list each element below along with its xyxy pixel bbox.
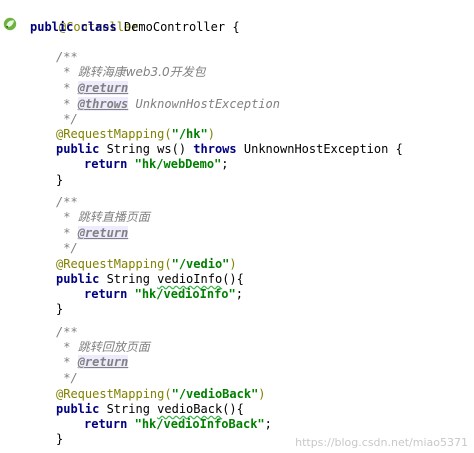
method-name: vedioInfo bbox=[157, 272, 223, 286]
keyword: public bbox=[30, 20, 74, 34]
method-close-brace: } bbox=[56, 173, 64, 187]
doc-tag-line: * @return bbox=[56, 81, 129, 95]
request-mapping-annotation: @RequestMapping("/vedioBack") bbox=[56, 387, 266, 401]
doc-comment-open: /** bbox=[56, 325, 78, 339]
return-statement: return "hk/webDemo"; bbox=[84, 157, 229, 171]
doc-tag-line: * @throws UnknownHostException bbox=[56, 97, 280, 111]
code-line: @Controller bbox=[30, 3, 138, 34]
doc-comment-description: * 跳转直播页面 bbox=[56, 210, 150, 224]
return-statement: return "hk/vedioInfoBack"; bbox=[84, 417, 272, 431]
spring-bean-icon[interactable] bbox=[3, 17, 17, 31]
method-signature: public String vedioInfo(){ bbox=[56, 272, 244, 286]
doc-comment-close: */ bbox=[56, 371, 78, 385]
doc-comment-open: /** bbox=[56, 50, 78, 64]
watermark: https://blog.csdn.net/miao5371 bbox=[295, 436, 468, 449]
method-signature: public String vedioBack(){ bbox=[56, 402, 244, 416]
method-signature: public String ws() throws UnknownHostExc… bbox=[56, 142, 403, 156]
javadoc-tag: @return bbox=[77, 226, 129, 240]
doc-comment-description: * 跳转海康web3.0开发包 bbox=[56, 65, 206, 79]
javadoc-tag: @throws bbox=[77, 97, 129, 111]
keyword: class bbox=[80, 20, 117, 34]
method-close-brace: } bbox=[56, 302, 64, 316]
method-name: vedioBack bbox=[157, 402, 223, 416]
mapping-path: "/vedioBack" bbox=[171, 387, 259, 401]
doc-tag-line: * @return bbox=[56, 355, 129, 369]
javadoc-tag: @return bbox=[77, 81, 129, 95]
method-close-brace: } bbox=[56, 432, 64, 446]
request-mapping-annotation: @RequestMapping("/hk") bbox=[56, 127, 215, 141]
doc-tag-line: * @return bbox=[56, 226, 129, 240]
return-statement: return "hk/vedioInfo"; bbox=[84, 287, 243, 301]
doc-comment-close: */ bbox=[56, 112, 78, 126]
mapping-path: "/hk" bbox=[171, 127, 208, 141]
class-name: DemoController { bbox=[116, 20, 240, 34]
request-mapping-annotation: @RequestMapping("/vedio") bbox=[56, 257, 237, 271]
editor-gutter bbox=[0, 0, 22, 453]
mapping-path: "/vedio" bbox=[171, 257, 230, 271]
code-line: public class DemoController { bbox=[30, 19, 240, 35]
doc-comment-description: * 跳转回放页面 bbox=[56, 340, 150, 354]
javadoc-tag: @return bbox=[77, 355, 129, 369]
doc-comment-open: /** bbox=[56, 195, 78, 209]
doc-comment-close: */ bbox=[56, 241, 78, 255]
